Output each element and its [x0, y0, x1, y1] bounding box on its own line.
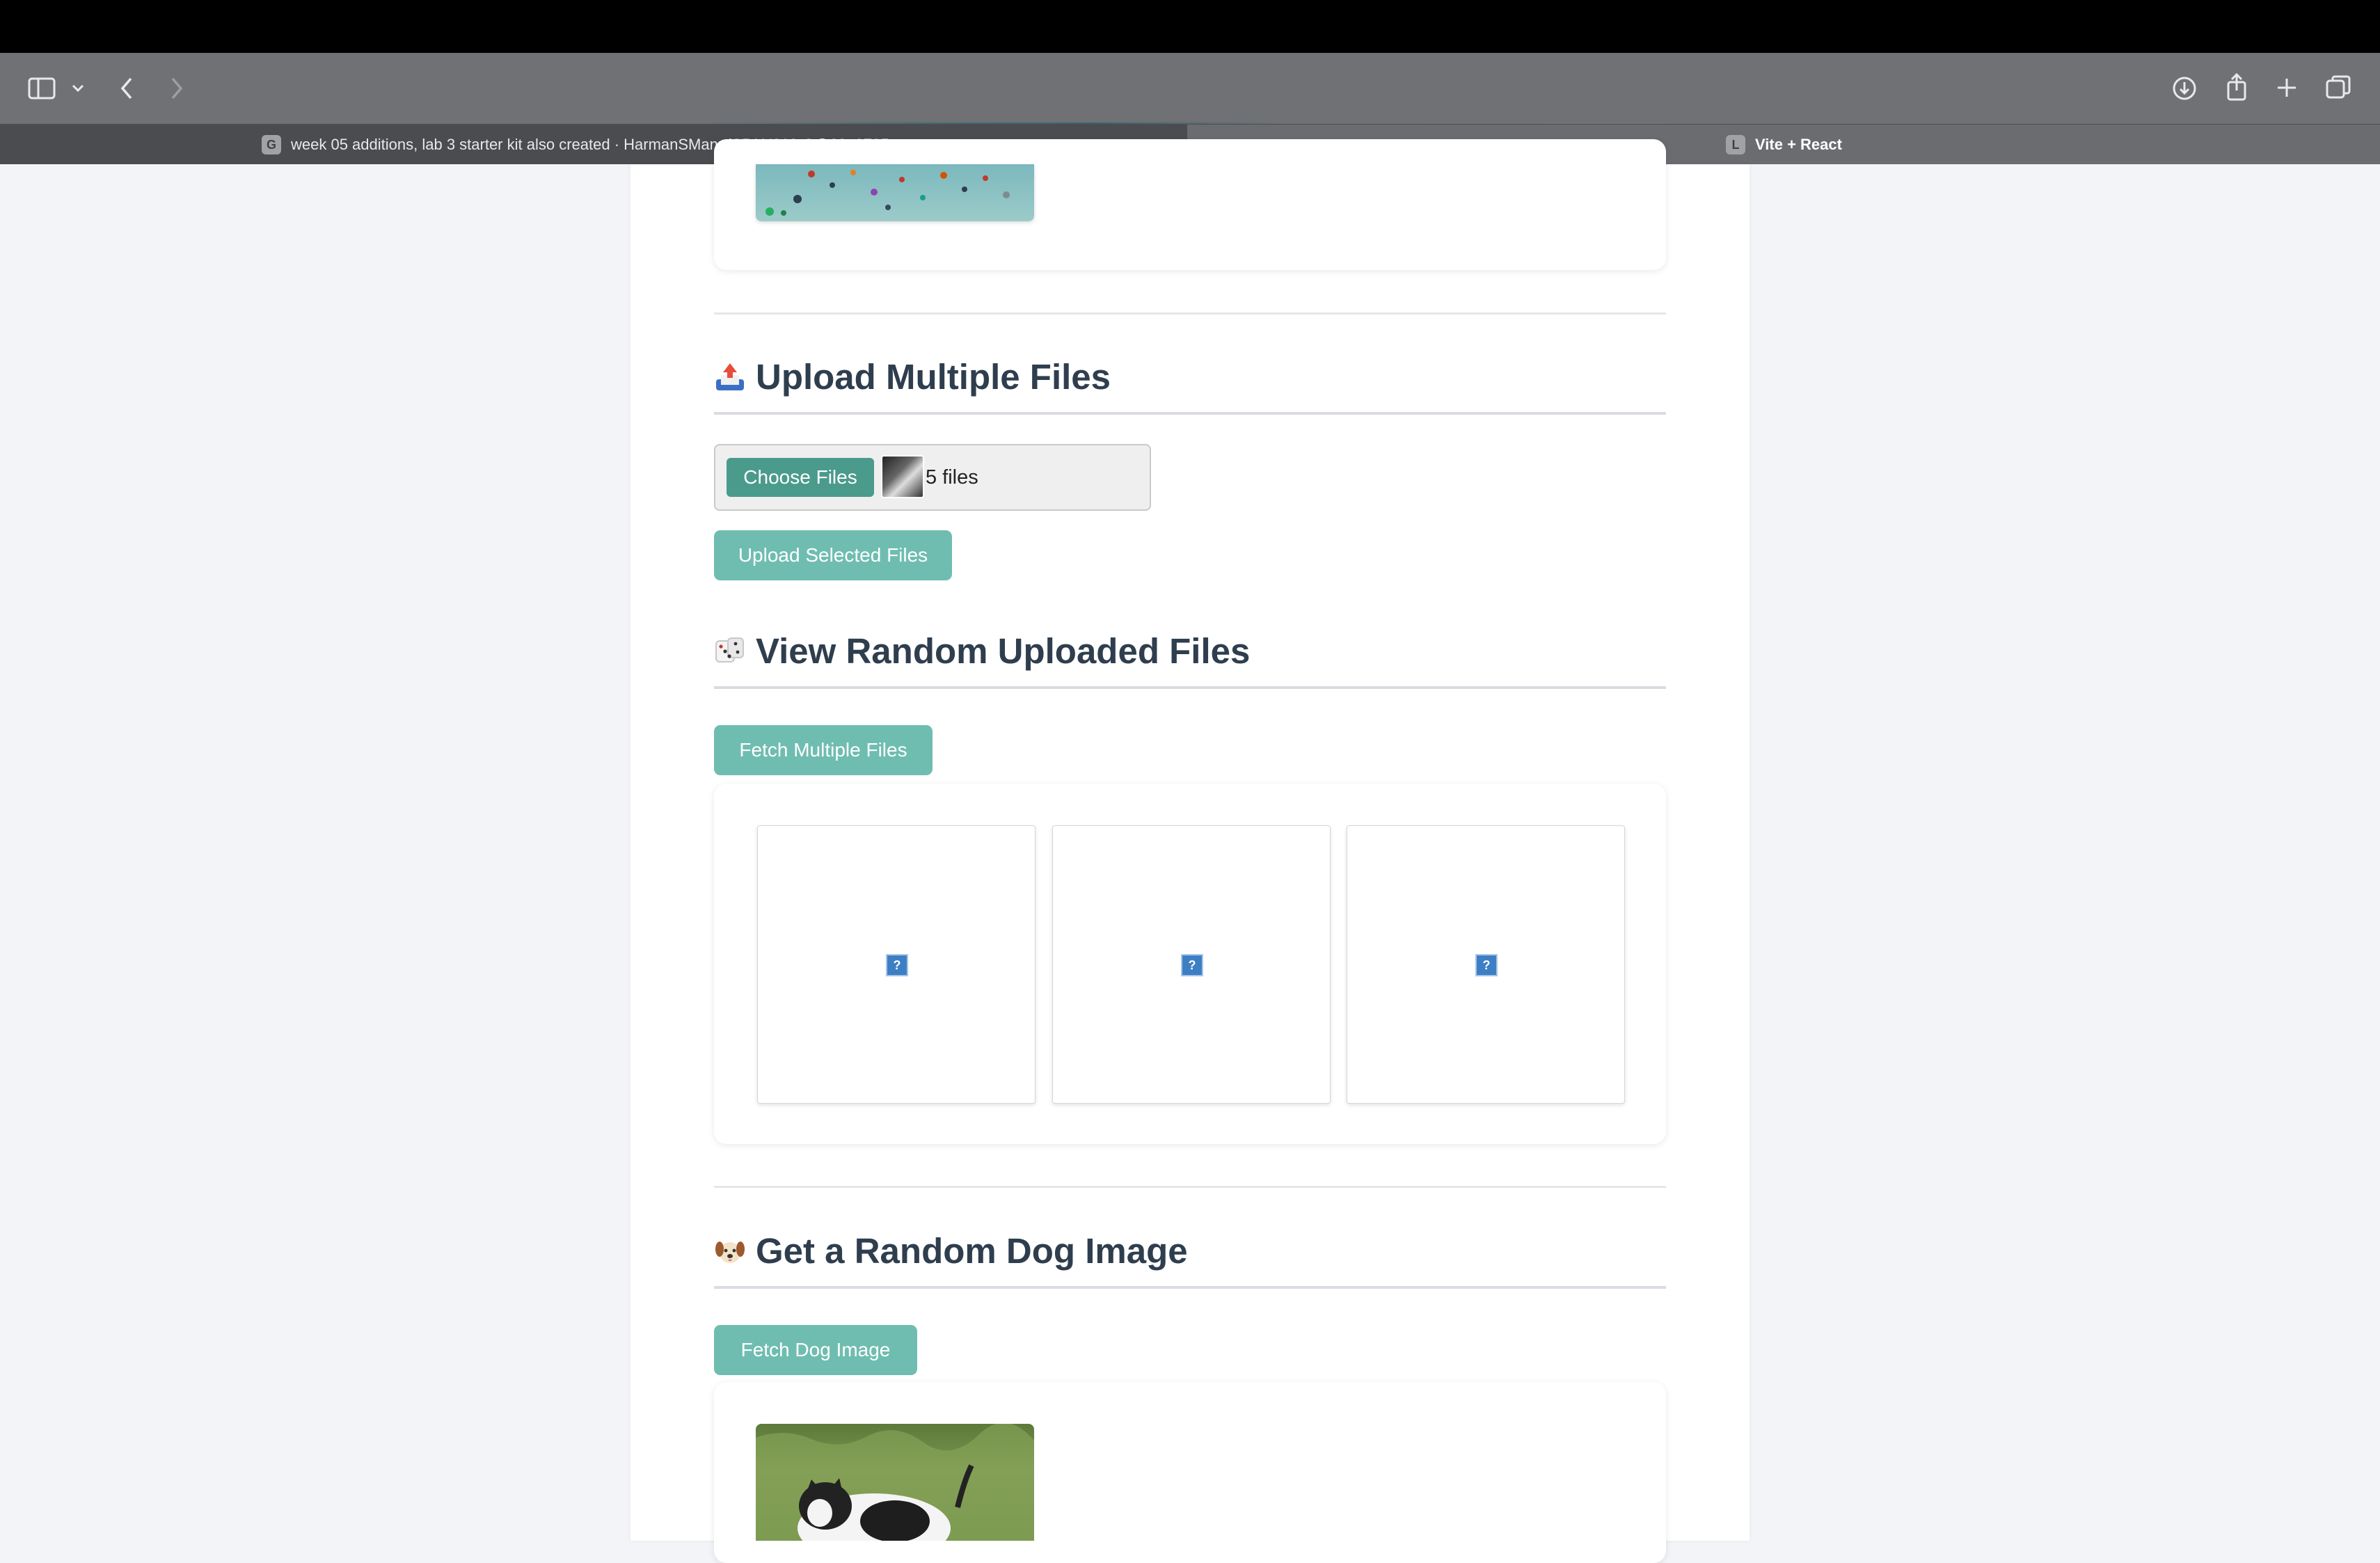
- outbox-tray-icon: [716, 363, 744, 390]
- random-file-image: ?: [1347, 825, 1625, 1104]
- random-uploaded-heading: View Random Uploaded Files: [714, 630, 1250, 672]
- tab-label: Vite + React: [1755, 136, 1842, 153]
- selected-file-count: 5 files: [926, 466, 978, 489]
- section-divider: [714, 312, 1666, 315]
- dog-image: [756, 1424, 1034, 1541]
- choose-files-button[interactable]: Choose Files: [727, 458, 874, 497]
- tab-favicon: G: [262, 135, 281, 154]
- fetch-dog-image-button[interactable]: Fetch Dog Image: [714, 1325, 917, 1375]
- new-tab-icon[interactable]: [2274, 75, 2299, 100]
- share-icon[interactable]: [2224, 72, 2249, 102]
- game-die-icon: [715, 637, 744, 663]
- chevron-down-icon[interactable]: [71, 84, 85, 93]
- uploaded-image-preview: [756, 164, 1034, 221]
- random-dog-title: Get a Random Dog Image: [756, 1231, 1188, 1271]
- broken-image-icon: ?: [1475, 954, 1498, 976]
- section-divider: [714, 1186, 1666, 1188]
- upload-multiple-heading: Upload Multiple Files: [714, 356, 1111, 397]
- selected-file-thumbnail: [881, 455, 924, 498]
- dog-photo: [756, 1424, 1034, 1541]
- random-dog-heading: Get a Random Dog Image: [714, 1230, 1188, 1271]
- menu-bar-strip: [0, 0, 2380, 53]
- broken-image-icon: ?: [1181, 954, 1203, 976]
- balloons-image: [765, 170, 1010, 216]
- multiple-file-input[interactable]: Choose Files 5 files: [714, 444, 1151, 511]
- sidebar-icon[interactable]: [28, 77, 56, 100]
- download-icon[interactable]: [2171, 75, 2198, 102]
- back-icon[interactable]: [118, 76, 135, 101]
- broken-image-icon: ?: [886, 954, 908, 976]
- random-file-image: ?: [1052, 825, 1331, 1104]
- heading-underline: [714, 412, 1666, 415]
- upload-selected-files-button[interactable]: Upload Selected Files: [714, 530, 952, 580]
- heading-underline: [714, 686, 1666, 689]
- fetch-multiple-files-button[interactable]: Fetch Multiple Files: [714, 725, 933, 775]
- random-uploaded-title: View Random Uploaded Files: [756, 631, 1251, 671]
- browser-toolbar: localhost: [0, 53, 2380, 161]
- dog-face-icon: [715, 1241, 745, 1263]
- upload-multiple-title: Upload Multiple Files: [756, 357, 1111, 397]
- heading-underline: [714, 1286, 1666, 1289]
- random-file-image: ?: [757, 825, 1036, 1104]
- tabs-overview-icon[interactable]: [2324, 74, 2352, 100]
- forward-icon[interactable]: [168, 76, 185, 101]
- tab-favicon: L: [1726, 135, 1745, 154]
